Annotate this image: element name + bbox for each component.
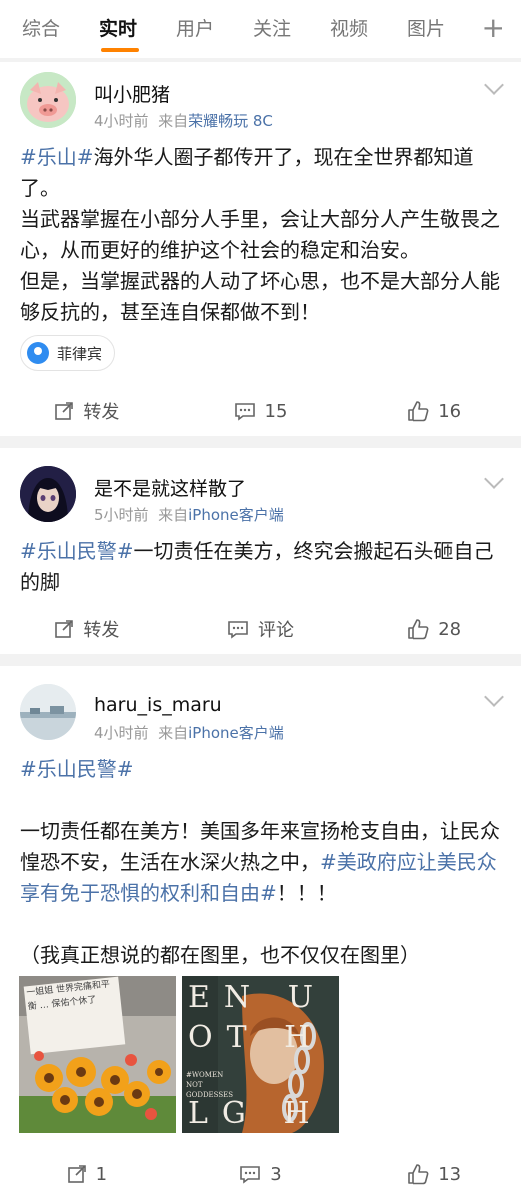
comment-count: 3	[270, 1163, 282, 1185]
pig-avatar-icon	[20, 72, 76, 128]
comment-icon	[228, 621, 248, 639]
post-source[interactable]: iPhone客户端	[188, 506, 284, 524]
post-image-poster[interactable]: EN U OT H LG H #WOMEN NOT GODDESSES	[182, 976, 339, 1133]
comment-icon	[234, 403, 255, 421]
poster-letters: EN U OT H LG H	[188, 980, 327, 1131]
like-button[interactable]: 28	[347, 609, 521, 649]
topic-tag[interactable]: #乐山民警#	[20, 757, 134, 781]
avatar[interactable]	[20, 466, 76, 522]
like-count: 16	[438, 400, 462, 422]
repost-icon	[67, 1165, 86, 1183]
tab-following[interactable]: 关注	[253, 0, 330, 58]
post-card: 是不是就这样散了 5小时前 来自iPhone客户端 #乐山民警#一切责任在美方，…	[0, 448, 521, 654]
post-source[interactable]: iPhone客户端	[188, 724, 284, 742]
post-source[interactable]: 荣耀畅玩 8C	[188, 112, 273, 130]
comment-label: 评论	[258, 620, 294, 641]
thumbs-up-icon	[408, 401, 429, 422]
thumbs-up-icon	[408, 619, 429, 640]
comment-icon	[240, 1166, 261, 1184]
action-bar: 转发 评论 28	[0, 609, 521, 649]
repost-button[interactable]: 转发	[0, 391, 174, 431]
repost-label: 转发	[83, 620, 120, 641]
comment-button[interactable]: 15	[174, 391, 348, 431]
search-tab-bar: 综合 实时 用户 关注 视频 图片 +	[0, 0, 521, 58]
action-bar: 1 3 13	[0, 1154, 521, 1194]
avatar[interactable]	[20, 684, 76, 740]
post-card: haru_is_maru 4小时前 来自iPhone客户端 #乐山民警# 一切责…	[0, 666, 521, 1200]
repost-button[interactable]: 1	[0, 1154, 174, 1194]
tab-comprehensive[interactable]: 综合	[22, 0, 99, 58]
like-count: 28	[438, 618, 462, 640]
post-text: （我真正想说的都在图里，也不仅仅在图里）	[20, 943, 420, 967]
tab-images[interactable]: 图片	[407, 0, 484, 58]
post-text: 当武器掌握在小部分人手里，会让大部分人产生敬畏之心，从而更好的维护这个社会的稳定…	[20, 207, 500, 262]
tab-videos[interactable]: 视频	[330, 0, 407, 58]
post-content: #乐山民警#一切责任在美方，终究会搬起石头砸自己的脚	[20, 536, 504, 598]
anime-avatar-icon	[20, 466, 76, 522]
repost-icon	[55, 620, 74, 638]
post-text: ！！！	[276, 881, 337, 905]
post-content: #乐山#海外华人圈子都传开了，现在全世界都知道了。 当武器掌握在小部分人手里，会…	[20, 142, 504, 328]
post-text: 但是，当掌握武器的人动了坏心思，也不是大部分人能够反抗的，甚至连自保都做不到！	[20, 269, 500, 324]
add-tab-button[interactable]: +	[482, 0, 505, 58]
repost-icon	[55, 402, 74, 420]
author-name[interactable]: haru_is_maru	[94, 694, 222, 716]
topic-tag[interactable]: #乐山民警#	[20, 539, 134, 563]
like-button[interactable]: 16	[347, 391, 521, 431]
like-button[interactable]: 13	[347, 1154, 521, 1194]
location-label: 菲律宾	[57, 344, 103, 363]
post-card: 叫小肥猪 4小时前 来自荣耀畅玩 8C #乐山#海外华人圈子都传开了，现在全世界…	[0, 62, 521, 436]
topic-tag[interactable]: #乐山#	[20, 145, 94, 169]
chevron-down-icon[interactable]	[484, 687, 504, 707]
poster-caption: #WOMEN NOT GODDESSES	[186, 1071, 234, 1099]
repost-count: 1	[95, 1163, 108, 1185]
post-content: #乐山民警# 一切责任都在美方！美国多年来宣扬枪支自由，让民众惶恐不安，生活在水…	[20, 754, 504, 971]
post-meta: 4小时前 来自iPhone客户端	[94, 722, 284, 743]
repost-button[interactable]: 转发	[0, 609, 174, 649]
repost-label: 转发	[83, 402, 120, 423]
author-name[interactable]: 叫小肥猪	[94, 80, 170, 107]
comment-button[interactable]: 3	[174, 1154, 348, 1194]
like-count: 13	[438, 1163, 462, 1185]
post-meta: 5小时前 来自iPhone客户端	[94, 504, 284, 525]
landscape-avatar-icon	[20, 684, 76, 740]
author-name[interactable]: 是不是就这样散了	[94, 474, 246, 501]
tab-users[interactable]: 用户	[176, 0, 253, 58]
chevron-down-icon[interactable]	[484, 75, 504, 95]
comment-button[interactable]: 评论	[174, 609, 348, 649]
avatar[interactable]	[20, 72, 76, 128]
post-meta: 4小时前 来自荣耀畅玩 8C	[94, 110, 273, 131]
comment-count: 15	[264, 400, 288, 422]
location-chip[interactable]: 菲律宾	[20, 335, 116, 371]
source-prefix: 来自	[158, 506, 189, 524]
thumbs-up-icon	[408, 1164, 429, 1185]
source-prefix: 来自	[158, 724, 189, 742]
tab-realtime[interactable]: 实时	[99, 0, 176, 58]
source-prefix: 来自	[158, 112, 189, 130]
post-time: 4小时前	[94, 724, 149, 742]
post-time: 5小时前	[94, 506, 149, 524]
location-pin-icon	[27, 342, 49, 364]
post-time: 4小时前	[94, 112, 149, 130]
action-bar: 转发 15 16	[0, 391, 521, 431]
chevron-down-icon[interactable]	[484, 469, 504, 489]
